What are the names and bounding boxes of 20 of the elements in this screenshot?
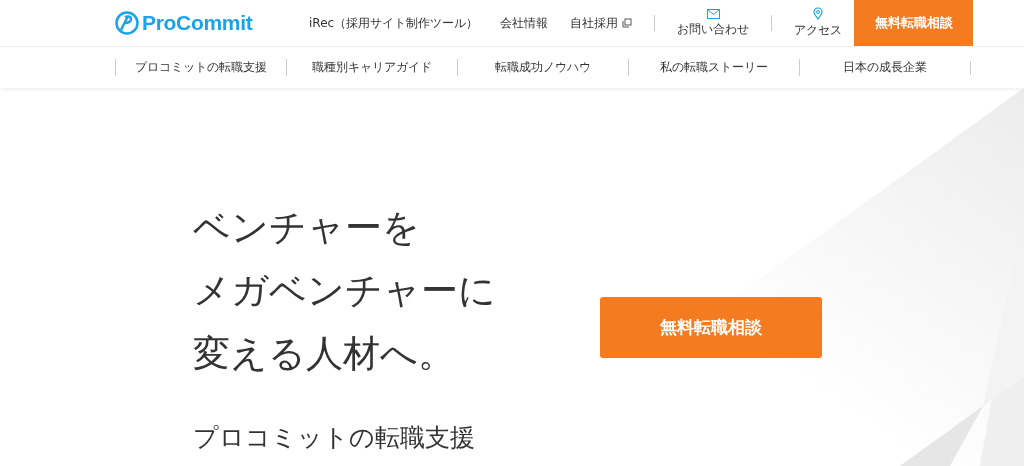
nav-item[interactable]: 転職成功ノウハウ bbox=[457, 59, 628, 76]
headline: ベンチャーを bbox=[193, 205, 421, 251]
nav-item[interactable]: 私の転職ストーリー bbox=[628, 59, 799, 76]
logo-icon bbox=[115, 11, 139, 35]
subtitle: プロコミットの転職支援 bbox=[193, 422, 476, 454]
nav-item[interactable]: 職種別キャリアガイド bbox=[286, 59, 457, 76]
location-pin-icon bbox=[813, 7, 824, 20]
link-text: お問い合わせ bbox=[677, 20, 750, 38]
nav-link[interactable]: 自社採用 bbox=[570, 14, 633, 32]
nav-link[interactable]: アクセス bbox=[794, 7, 843, 39]
nav-link[interactable]: iRec（採用サイト制作ツール） bbox=[309, 14, 479, 32]
link-text: アクセス bbox=[794, 22, 843, 39]
link-text: 自社採用 bbox=[570, 14, 619, 32]
nav-link[interactable]: 会社情報 bbox=[500, 14, 549, 32]
nav-item[interactable]: プロコミットの転職支援 bbox=[115, 59, 286, 76]
headline: 変える人材へ。 bbox=[193, 331, 456, 377]
headline: メガベンチャーに bbox=[193, 268, 497, 314]
window-icon bbox=[622, 18, 633, 28]
mail-icon bbox=[706, 8, 720, 19]
nav-link[interactable]: お問い合わせ bbox=[677, 8, 750, 38]
